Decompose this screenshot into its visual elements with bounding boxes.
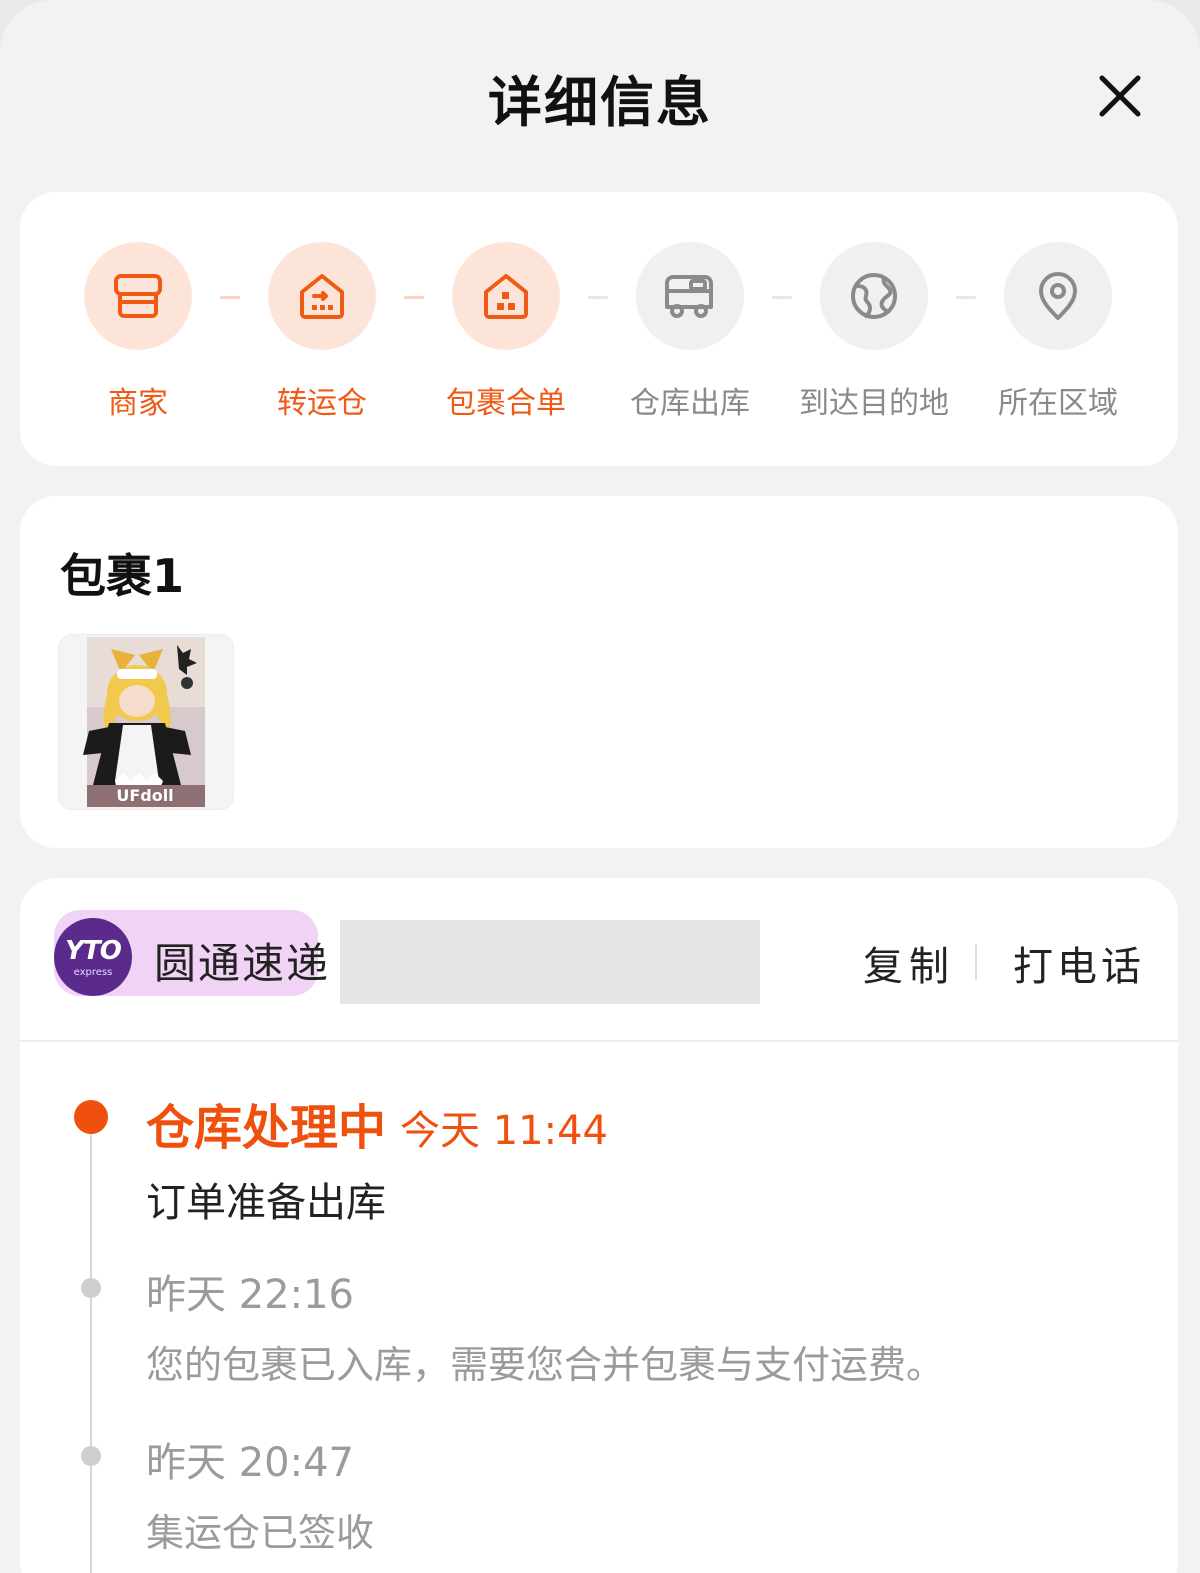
event-time: 昨天 22:16 bbox=[146, 1272, 354, 1318]
step-label: 所在区域 bbox=[998, 386, 1118, 421]
timeline-dot-current bbox=[74, 1100, 108, 1134]
event-description: 订单准备出库 bbox=[146, 1180, 386, 1226]
tracking-card: YTO express 圆通速递 复制 打电话 仓库处理中 今天 11:44 订单… bbox=[20, 878, 1178, 1573]
timeline-event: 昨天 20:47 集运仓已签收 bbox=[146, 1430, 374, 1557]
page-title: 详细信息 bbox=[488, 71, 712, 134]
step-merchant: 商家 bbox=[46, 242, 230, 422]
step-destination-circle bbox=[820, 242, 928, 350]
step-label: 商家 bbox=[108, 386, 168, 421]
redacted-tracking-number bbox=[340, 920, 760, 1004]
timeline-dot bbox=[81, 1446, 101, 1466]
step-merchant-circle bbox=[84, 242, 192, 350]
step-package-merge: 包裹合单 bbox=[414, 242, 598, 422]
timeline-event-current: 仓库处理中 今天 11:44 订单准备出库 bbox=[146, 1088, 608, 1228]
step-label: 仓库出库 bbox=[630, 386, 750, 421]
thumbnail-watermark: UFdoll bbox=[116, 786, 173, 805]
copy-button[interactable]: 复制 bbox=[863, 934, 955, 992]
product-thumbnail[interactable]: UFdoll bbox=[58, 634, 234, 810]
event-status: 仓库处理中 bbox=[146, 1100, 387, 1156]
location-pin-icon bbox=[1039, 272, 1077, 320]
package-title: 包裹1 bbox=[60, 549, 185, 603]
package-card: 包裹1 UFdoll bbox=[20, 496, 1178, 848]
detail-sheet: 详细信息 商家 转运仓 包裹合单 仓库出库 到达目的地 所在区域 包裹1 UFd… bbox=[0, 0, 1200, 1573]
step-merge-circle bbox=[452, 242, 560, 350]
carrier-logo-text: YTO bbox=[65, 936, 122, 966]
carrier-logo-subtext: express bbox=[73, 967, 113, 978]
event-time: 今天 11:44 bbox=[400, 1108, 609, 1154]
event-description: 集运仓已签收 bbox=[146, 1511, 375, 1555]
event-description: 您的包裹已入库，需要您合并包裹与支付运费。 bbox=[146, 1343, 945, 1387]
timeline-dot bbox=[81, 1278, 101, 1298]
sheet-header: 详细信息 bbox=[0, 0, 1200, 190]
carrier-logo: YTO express bbox=[54, 918, 132, 996]
step-warehouse-outbound: 仓库出库 bbox=[598, 242, 782, 422]
step-transit-circle bbox=[268, 242, 376, 350]
step-current-area: 所在区域 bbox=[966, 242, 1150, 422]
transit-warehouse-icon bbox=[300, 274, 344, 319]
event-time: 昨天 20:47 bbox=[146, 1440, 354, 1486]
step-label: 转运仓 bbox=[277, 386, 367, 421]
step-area-circle bbox=[1004, 242, 1112, 350]
truck-icon bbox=[665, 275, 713, 318]
globe-icon bbox=[851, 273, 897, 319]
step-label: 到达目的地 bbox=[799, 386, 949, 421]
carrier-name: 圆通速递 bbox=[154, 939, 331, 988]
step-outbound-circle bbox=[636, 242, 744, 350]
step-arrive-destination: 到达目的地 bbox=[782, 242, 966, 422]
close-icon[interactable] bbox=[1092, 68, 1148, 124]
step-label: 包裹合单 bbox=[446, 386, 566, 421]
divider bbox=[20, 1040, 1178, 1042]
package-merge-icon bbox=[484, 274, 528, 319]
call-button[interactable]: 打电话 bbox=[1013, 934, 1145, 992]
timeline-line bbox=[90, 1118, 92, 1573]
timeline-event: 昨天 22:16 您的包裹已入库，需要您合并包裹与支付运费。 bbox=[146, 1262, 944, 1389]
logistics-progress-card: 商家 转运仓 包裹合单 仓库出库 到达目的地 所在区域 bbox=[20, 192, 1178, 466]
doll-product-image: UFdoll bbox=[83, 637, 205, 807]
action-divider bbox=[975, 944, 977, 980]
step-transit-warehouse: 转运仓 bbox=[230, 242, 414, 422]
storefront-icon bbox=[114, 274, 162, 318]
